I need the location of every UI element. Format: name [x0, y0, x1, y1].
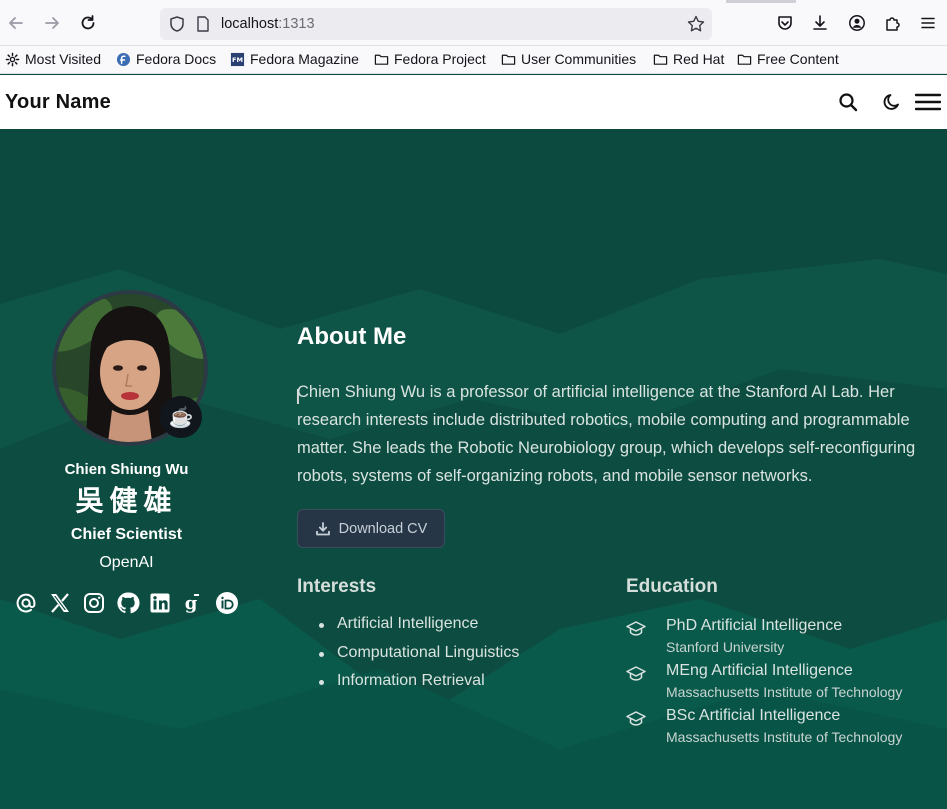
url-text[interactable]: localhost:1313 — [221, 16, 315, 32]
instagram-icon — [84, 593, 104, 613]
orcid-link[interactable] — [215, 591, 239, 615]
folder-icon — [737, 54, 752, 65]
page-icon — [197, 16, 209, 32]
bookmark-red-hat[interactable]: Red Hat — [653, 51, 724, 67]
site-brand[interactable]: Your Name — [5, 91, 111, 114]
site-header: Your Name — [0, 75, 947, 129]
education-title: Education — [626, 576, 718, 597]
pocket-button[interactable] — [775, 13, 795, 33]
reload-button[interactable] — [77, 12, 99, 34]
linkedin-link[interactable] — [148, 591, 172, 615]
account-icon — [849, 15, 865, 31]
bookmark-fedora-magazine[interactable]: FM Fedora Magazine — [230, 51, 359, 67]
x-icon — [51, 593, 69, 613]
list-item: Information Retrieval — [317, 672, 519, 701]
list-item: Artificial Intelligence — [317, 615, 519, 644]
bookmark-star-icon[interactable] — [686, 14, 706, 34]
profile-role: Chief Scientist — [70, 526, 183, 543]
interests-title: Interests — [297, 576, 377, 597]
profile-name-cjk: 吳健雄 — [75, 485, 178, 516]
education-item: BSc Artificial Intelligence Massachusett… — [626, 707, 946, 751]
moon-icon[interactable] — [881, 91, 903, 113]
email-icon — [16, 593, 36, 613]
education-degree: MEng Artificial Intelligence — [666, 662, 853, 679]
back-button[interactable] — [5, 12, 27, 34]
menu-icon[interactable] — [915, 91, 941, 113]
github-link[interactable] — [116, 591, 140, 615]
svg-text:g: g — [185, 593, 198, 614]
orcid-icon — [216, 592, 238, 614]
bookmark-free-content[interactable]: Free Content — [737, 51, 839, 67]
folder-icon — [374, 54, 389, 65]
app-menu-button[interactable] — [918, 13, 938, 33]
linkedin-icon — [150, 593, 170, 613]
svg-text:FM: FM — [232, 55, 243, 63]
tab-indicator — [726, 0, 796, 3]
about-body: Chien Shiung Wu is a professor of artifi… — [297, 383, 916, 485]
coffee-icon: ☕ — [168, 406, 194, 429]
education-institution: Massachusetts Institute of Technology — [666, 684, 903, 700]
bookmarks-toolbar: Most Visited Fedora Docs FM Fedora Magaz… — [0, 46, 947, 74]
account-button[interactable] — [847, 13, 867, 33]
download-icon — [813, 15, 827, 30]
graduation-cap-icon — [626, 666, 646, 681]
address-bar[interactable]: localhost:1313 — [160, 8, 712, 40]
x-link[interactable] — [48, 591, 72, 615]
forward-arrow-icon — [45, 17, 59, 29]
fedora-icon — [116, 52, 131, 66]
graduation-cap-icon — [626, 711, 646, 726]
bookmark-fedora-docs[interactable]: Fedora Docs — [116, 51, 216, 67]
interests-list: Artificial Intelligence Computational Li… — [317, 615, 519, 701]
bookmark-user-communities[interactable]: User Communities — [501, 51, 636, 67]
browser-toolbar: localhost:1313 — [0, 0, 947, 46]
forward-button[interactable] — [41, 12, 63, 34]
email-link[interactable] — [14, 591, 38, 615]
search-icon[interactable] — [837, 91, 859, 113]
download-cv-label: Download CV — [338, 520, 428, 537]
education-item: MEng Artificial Intelligence Massachuset… — [626, 662, 946, 706]
google-scholar-icon: g — [185, 593, 199, 614]
fm-icon: FM — [230, 52, 245, 66]
profile-name: Chien Shiung Wu — [64, 461, 189, 478]
back-arrow-icon — [9, 17, 23, 29]
education-institution: Massachusetts Institute of Technology — [666, 729, 903, 745]
shield-icon[interactable] — [168, 15, 186, 33]
education-item: PhD Artificial Intelligence Stanford Uni… — [626, 617, 946, 661]
avatar-container: ☕ — [52, 290, 208, 446]
extensions-button[interactable] — [883, 13, 903, 33]
graduation-cap-icon — [626, 621, 646, 636]
folder-icon — [653, 54, 668, 65]
hamburger-menu-icon — [921, 17, 935, 29]
education-institution: Stanford University — [666, 639, 785, 655]
puzzle-icon — [886, 17, 900, 31]
bookmark-most-visited[interactable]: Most Visited — [5, 51, 101, 67]
profile-organization[interactable]: OpenAI — [0, 554, 253, 572]
google-scholar-link[interactable]: g — [179, 591, 203, 615]
education-degree: PhD Artificial Intelligence — [666, 617, 843, 634]
list-item: Computational Linguistics — [317, 644, 519, 673]
bookmark-fedora-project[interactable]: Fedora Project — [374, 51, 486, 67]
folder-icon — [501, 54, 516, 65]
download-cv-button[interactable]: Download CV — [297, 509, 445, 548]
hero-section: ☕ Chien Shiung Wu 吳健雄 Chief Scientist Op… — [0, 129, 947, 809]
instagram-link[interactable] — [82, 591, 106, 615]
education-degree: BSc Artificial Intelligence — [666, 707, 841, 724]
github-icon — [117, 592, 140, 614]
gear-icon — [5, 52, 20, 66]
reload-icon — [81, 15, 95, 30]
downloads-button[interactable] — [810, 13, 830, 33]
status-badge: ☕ — [160, 396, 202, 438]
about-title: About Me — [297, 323, 407, 350]
download-icon — [315, 521, 330, 535]
pocket-icon — [778, 16, 792, 30]
